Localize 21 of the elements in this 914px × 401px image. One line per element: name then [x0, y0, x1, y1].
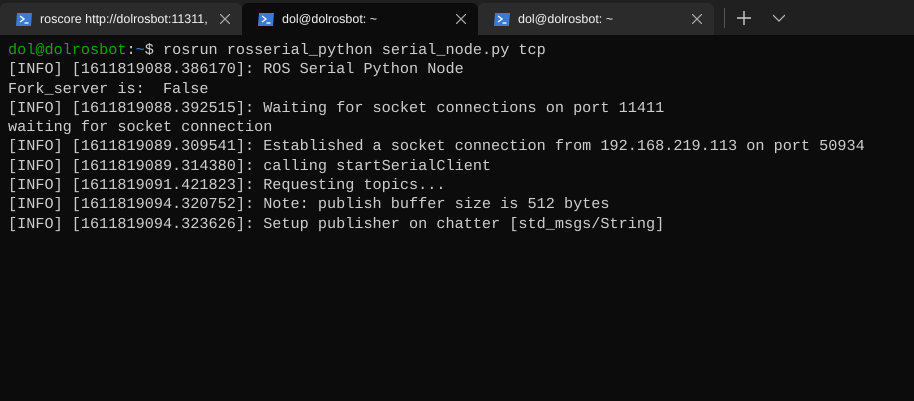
output-line: [INFO] [1611819088.392515]: Waiting for socket connections on port 11411 [8, 98, 666, 118]
terminal-tab[interactable]: dol@dolrosbot: ~ [242, 3, 478, 35]
output-line: [INFO] [1611819089.314380]: calling startSerialClient [8, 156, 492, 176]
terminal-icon [494, 12, 510, 26]
terminal-icon [16, 12, 32, 26]
terminal-tab[interactable]: roscore http://dolrosbot:11311, [0, 3, 242, 35]
output-line: [INFO] [1611819094.323626]: Setup publisher on chatter [std_msgs/String] [8, 214, 666, 234]
terminal-icon [258, 12, 274, 26]
close-icon[interactable] [456, 14, 466, 24]
terminal-tab[interactable]: dol@dolrosbot: ~ [478, 3, 714, 35]
prompt-line: dol@dolrosbot:~$ rosrun rosserial_python serial_node.py tcp [8, 41, 547, 60]
add-tab-icon[interactable] [737, 10, 751, 24]
output-line: [INFO] [1611819088.386170]: ROS Serial Python Node [8, 60, 465, 80]
output-line: [INFO] [1611819094.320752]: Note: publish buffer size is 512 bytes [8, 195, 611, 215]
output-line: [INFO] [1611819091.421823]: Requesting topics... [8, 176, 446, 196]
output-line: waiting for socket connection [8, 118, 274, 138]
chevron-down-icon[interactable] [773, 14, 785, 22]
output-line: [INFO] [1611819089.309541]: Established a socket connection from 192.168.219.113 on port 50934 [8, 137, 866, 157]
output-line: Fork_server is: False [8, 80, 210, 99]
close-icon[interactable] [220, 14, 230, 24]
close-icon[interactable] [692, 14, 702, 24]
